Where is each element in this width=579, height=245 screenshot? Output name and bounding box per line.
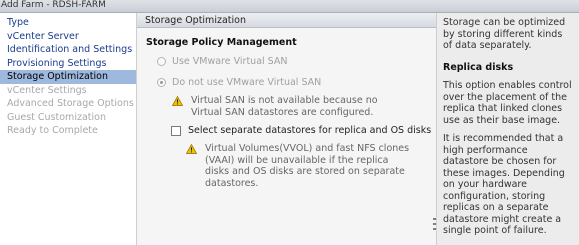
no-vsan-label: Do not use VMware Virtual SAN bbox=[172, 77, 322, 88]
help-panel: Storage can be optimized by storing diff… bbox=[437, 13, 579, 245]
step-ready-to-complete: Ready to Complete bbox=[7, 125, 98, 136]
wizard-steps-sidebar: Type vCenter Server Identification and S… bbox=[0, 13, 136, 245]
section-title: Storage Policy Management bbox=[146, 37, 297, 48]
step-guest-customization: Guest Customization bbox=[7, 111, 106, 123]
vsan-warning-text: Virtual SAN is not available because no … bbox=[191, 95, 378, 118]
window-title: Add Farm - RDSH-FARM bbox=[0, 0, 579, 13]
vvol-warning: Virtual Volumes(VVOL) and fast NFS clone… bbox=[186, 143, 409, 189]
step-storage-optimization[interactable]: Storage Optimization bbox=[0, 70, 136, 84]
separate-datastores-option[interactable]: Select separate datastores for replica a… bbox=[171, 125, 431, 136]
step-advanced-storage-options: Advanced Storage Options bbox=[7, 98, 134, 109]
warning-icon bbox=[186, 144, 197, 154]
help-title: Replica disks bbox=[443, 61, 514, 73]
separate-datastores-checkbox[interactable] bbox=[171, 125, 181, 136]
use-vsan-label: Use VMware Virtual SAN bbox=[172, 56, 288, 67]
vsan-warning: Virtual SAN is not available because no … bbox=[172, 95, 378, 118]
use-vsan-radio bbox=[157, 57, 166, 66]
step-identification-and-settings[interactable]: Identification and Settings bbox=[0, 43, 136, 57]
step-provisioning-settings[interactable]: Provisioning Settings bbox=[0, 57, 136, 71]
use-vsan-option: Use VMware Virtual SAN bbox=[157, 56, 288, 67]
splitter-grip[interactable] bbox=[433, 218, 436, 230]
help-paragraph-1: This option enables control over the pla… bbox=[443, 80, 572, 126]
step-type[interactable]: Type bbox=[0, 16, 136, 30]
no-vsan-option: Do not use VMware Virtual SAN bbox=[157, 77, 321, 88]
panel-header: Storage Optimization bbox=[137, 13, 436, 28]
separate-datastores-label[interactable]: Select separate datastores for replica a… bbox=[188, 125, 431, 136]
help-intro: Storage can be optimized by storing diff… bbox=[443, 17, 566, 51]
help-paragraph-2: It is recommended that a high performanc… bbox=[443, 133, 565, 236]
step-vcenter-settings: vCenter Settings bbox=[7, 84, 87, 96]
step-vcenter-server[interactable]: vCenter Server bbox=[0, 30, 136, 44]
main-panel: Storage Optimization Storage Policy Mana… bbox=[136, 13, 437, 245]
warning-icon bbox=[172, 96, 183, 106]
no-vsan-radio bbox=[157, 78, 166, 87]
vvol-warning-text: Virtual Volumes(VVOL) and fast NFS clone… bbox=[205, 143, 410, 189]
